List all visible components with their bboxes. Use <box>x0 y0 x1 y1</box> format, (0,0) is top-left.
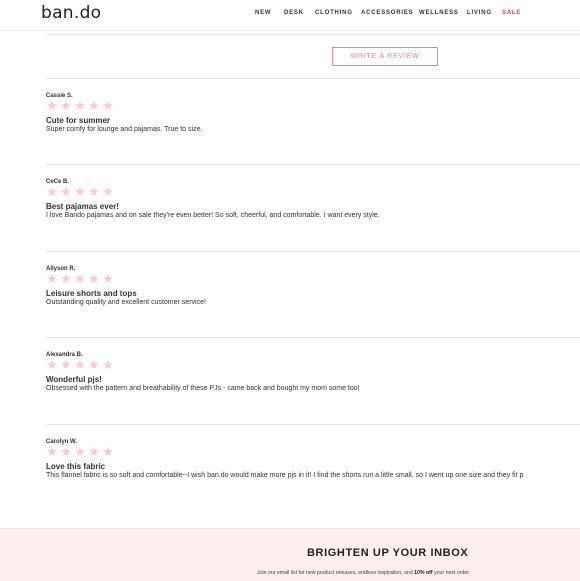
divider <box>46 164 580 165</box>
star-icon: ★ <box>46 444 58 459</box>
nav-clothing[interactable]: CLOTHING <box>315 10 353 16</box>
star-icon: ★ <box>74 98 86 113</box>
nav-living[interactable]: LIVING <box>467 10 492 16</box>
star-icon: ★ <box>74 184 86 199</box>
star-rating: ★ ★ ★ ★ ★ <box>46 98 114 113</box>
star-rating: ★ ★ ★ ★ ★ <box>46 357 114 372</box>
nav-sale[interactable]: SALE <box>502 10 521 16</box>
review-body: Obsessed with the pattern and breathabil… <box>46 385 360 392</box>
review-title: Cute for summer <box>46 116 111 125</box>
review-body: Outstanding quality and excellent custom… <box>46 299 206 306</box>
nav-new[interactable]: NEW <box>255 10 271 16</box>
star-icon: ★ <box>88 357 100 372</box>
star-icon: ★ <box>102 98 114 113</box>
site-header: ban.do NEW DESK CLOTHING ACCESSORIES WEL… <box>0 0 580 31</box>
nav-desk[interactable]: DESK <box>284 10 304 16</box>
divider <box>46 34 580 35</box>
star-rating: ★ ★ ★ ★ ★ <box>46 184 114 199</box>
newsletter-title: BRIGHTEN UP YOUR INBOX <box>307 547 469 559</box>
star-icon: ★ <box>60 271 72 286</box>
divider <box>46 251 580 252</box>
nav-wellness[interactable]: WELLNESS <box>419 10 459 16</box>
newsletter-discount: 10% off <box>414 570 433 576</box>
nav-accessories[interactable]: ACCESSORIES <box>361 10 413 16</box>
newsletter-text-before: Join our email list for new product rele… <box>257 570 415 576</box>
review-title: Leisure shorts and tops <box>46 289 137 298</box>
review-title: Wonderful pjs! <box>46 375 102 384</box>
star-rating: ★ ★ ★ ★ ★ <box>46 271 114 286</box>
star-icon: ★ <box>46 184 58 199</box>
star-icon: ★ <box>88 184 100 199</box>
write-review-button[interactable]: WRITE A REVIEW <box>332 47 438 66</box>
review-title: Best pajamas ever! <box>46 202 119 211</box>
review-title: Love this fabric <box>46 462 106 471</box>
star-icon: ★ <box>60 98 72 113</box>
star-icon: ★ <box>60 357 72 372</box>
star-icon: ★ <box>102 271 114 286</box>
newsletter-section: BRIGHTEN UP YOUR INBOX Join our email li… <box>0 528 580 581</box>
star-icon: ★ <box>88 271 100 286</box>
divider <box>46 337 580 338</box>
star-icon: ★ <box>60 444 72 459</box>
star-icon: ★ <box>60 184 72 199</box>
star-icon: ★ <box>102 184 114 199</box>
star-icon: ★ <box>102 444 114 459</box>
star-icon: ★ <box>88 444 100 459</box>
star-icon: ★ <box>74 444 86 459</box>
star-icon: ★ <box>88 98 100 113</box>
star-icon: ★ <box>74 271 86 286</box>
divider <box>46 424 580 425</box>
star-icon: ★ <box>46 271 58 286</box>
star-icon: ★ <box>46 98 58 113</box>
star-icon: ★ <box>102 357 114 372</box>
logo[interactable]: ban.do <box>41 3 101 23</box>
newsletter-text: Join our email list for new product rele… <box>257 570 470 576</box>
review-body: Super comfy for lounge and pajamas. True… <box>46 126 203 133</box>
newsletter-text-after: your next order. <box>432 570 471 576</box>
star-icon: ★ <box>74 357 86 372</box>
review-body: I love Bando pajamas and on sale they're… <box>46 212 380 219</box>
review-body: This flannel fabric is so soft and comfo… <box>46 472 524 479</box>
star-icon: ★ <box>46 357 58 372</box>
star-rating: ★ ★ ★ ★ ★ <box>46 444 114 459</box>
divider <box>46 78 580 79</box>
